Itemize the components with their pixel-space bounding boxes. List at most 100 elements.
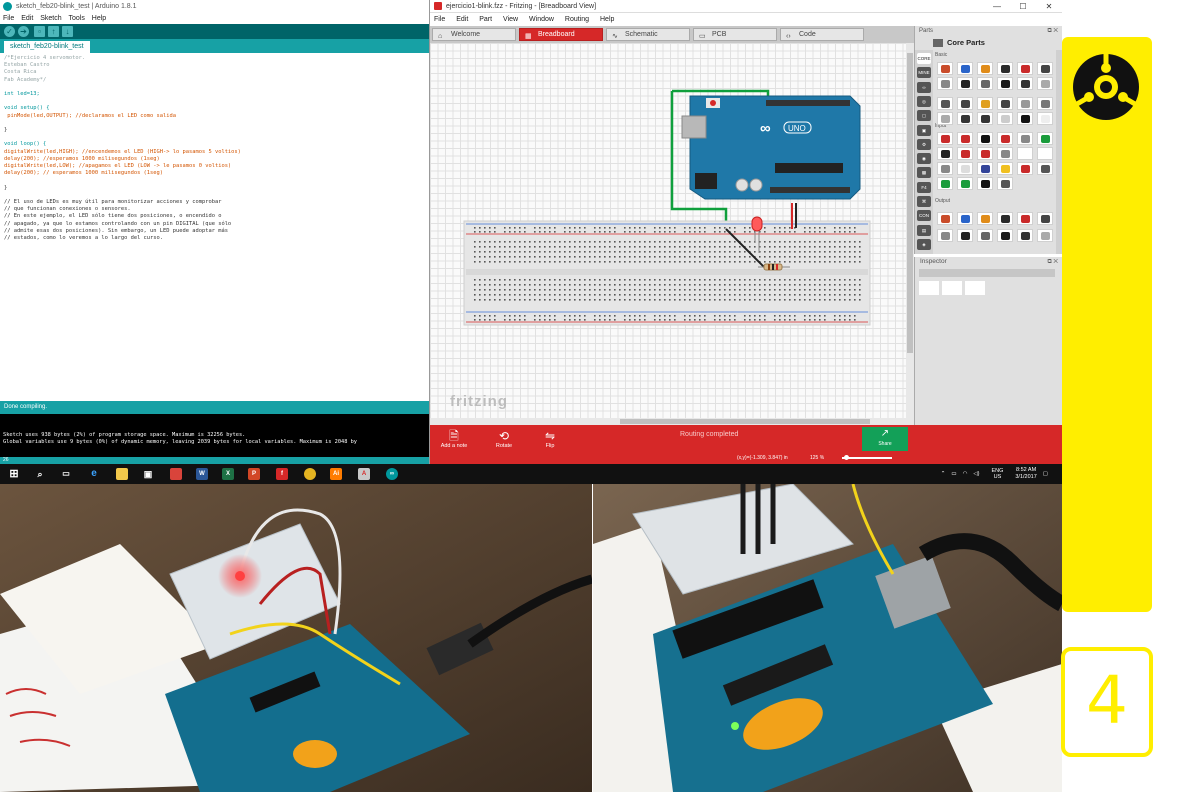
parts-bin-tab[interactable]: ◈ bbox=[917, 238, 931, 250]
part-item[interactable] bbox=[1037, 62, 1053, 75]
part-item[interactable] bbox=[977, 62, 993, 75]
part-item[interactable] bbox=[957, 112, 973, 125]
volume-icon[interactable]: ◁) bbox=[973, 471, 979, 477]
part-item[interactable] bbox=[1017, 229, 1033, 242]
zoom-slider[interactable] bbox=[842, 457, 892, 459]
acrobat-icon[interactable]: A bbox=[358, 468, 370, 480]
battery-icon[interactable]: ▭ bbox=[951, 471, 956, 477]
add-note-button[interactable]: 🗎 Add a note bbox=[434, 429, 474, 449]
part-item[interactable] bbox=[977, 229, 993, 242]
notification-icon[interactable]: ▢ bbox=[1043, 471, 1048, 477]
part-item[interactable] bbox=[937, 112, 953, 125]
parts-bin-tab[interactable]: ◎ bbox=[917, 95, 931, 107]
verify-icon[interactable]: ✓ bbox=[4, 26, 15, 37]
part-item[interactable] bbox=[937, 132, 953, 145]
arduino-taskbar-icon[interactable]: ∞ bbox=[386, 468, 398, 480]
part-item[interactable] bbox=[977, 147, 993, 160]
part-item[interactable] bbox=[957, 212, 973, 225]
fritzing-menu-help[interactable]: Help bbox=[600, 16, 614, 23]
store-icon[interactable]: ▣ bbox=[142, 468, 154, 480]
fritzing-taskbar-icon[interactable]: f bbox=[276, 468, 288, 480]
gift-app-icon[interactable] bbox=[170, 468, 182, 480]
flip-button[interactable]: ⇋ Flip bbox=[530, 429, 570, 449]
part-item[interactable] bbox=[1037, 112, 1053, 125]
part-item[interactable] bbox=[1017, 162, 1033, 175]
parts-bin-tab[interactable]: ▩ bbox=[917, 167, 931, 179]
part-item[interactable] bbox=[997, 112, 1013, 125]
arduino-menu-help[interactable]: Help bbox=[92, 15, 106, 22]
tab-welcome[interactable]: ⌂ Welcome bbox=[432, 28, 516, 41]
parts-bin-tab[interactable]: MINE bbox=[917, 67, 931, 79]
part-item[interactable] bbox=[977, 177, 993, 190]
windows-start-icon[interactable]: ⊞ bbox=[8, 468, 20, 480]
fritzing-menu-file[interactable]: File bbox=[434, 16, 445, 23]
part-item[interactable] bbox=[1037, 212, 1053, 225]
fritzing-menu-edit[interactable]: Edit bbox=[456, 16, 468, 23]
part-item[interactable] bbox=[1017, 112, 1033, 125]
tab-sketch[interactable]: sketch_feb20-blink_test bbox=[4, 41, 90, 53]
part-item[interactable] bbox=[1037, 77, 1053, 90]
maximize-icon[interactable]: ☐ bbox=[1010, 0, 1036, 13]
tray-chevron-icon[interactable]: ⌃ bbox=[941, 471, 946, 477]
part-item[interactable] bbox=[957, 177, 973, 190]
part-item[interactable] bbox=[1017, 132, 1033, 145]
part-item[interactable] bbox=[1017, 97, 1033, 110]
fritzing-menu-window[interactable]: Window bbox=[529, 16, 554, 23]
wifi-icon[interactable]: ◠ bbox=[963, 471, 968, 477]
breadboard-canvas[interactable]: ∞ UNO fritzing bbox=[430, 43, 914, 425]
part-item[interactable] bbox=[1037, 97, 1053, 110]
part-item[interactable] bbox=[1037, 132, 1053, 145]
fritzing-menu-part[interactable]: Part bbox=[479, 16, 492, 23]
parts-bin-tab[interactable]: ∞ bbox=[917, 81, 931, 93]
task-view-icon[interactable]: ▭ bbox=[60, 468, 72, 480]
breadboard[interactable] bbox=[463, 220, 871, 326]
part-item[interactable] bbox=[977, 77, 993, 90]
edge-icon[interactable]: e bbox=[88, 468, 100, 480]
fritzing-menu-routing[interactable]: Routing bbox=[565, 16, 589, 23]
tab-breadboard[interactable]: ▦ Breadboard bbox=[519, 28, 603, 41]
part-item[interactable] bbox=[1017, 77, 1033, 90]
tab-schematic[interactable]: ∿ Schematic bbox=[606, 28, 690, 41]
save-sketch-icon[interactable]: ↓ bbox=[62, 26, 73, 37]
canvas-vertical-scrollbar[interactable] bbox=[906, 43, 914, 425]
upload-icon[interactable]: ➔ bbox=[18, 26, 29, 37]
search-icon[interactable]: ⌕ bbox=[34, 468, 46, 480]
tab-pcb[interactable]: ▭ PCB bbox=[693, 28, 777, 41]
canvas-horizontal-scrollbar[interactable] bbox=[430, 418, 906, 425]
inspector-close-icon[interactable]: ⧉ ✕ bbox=[1047, 257, 1058, 267]
fritzing-menu-view[interactable]: View bbox=[503, 16, 518, 23]
part-item[interactable] bbox=[957, 97, 973, 110]
part-item[interactable] bbox=[937, 177, 953, 190]
part-item[interactable] bbox=[977, 162, 993, 175]
minimize-icon[interactable]: — bbox=[984, 0, 1010, 13]
part-item[interactable] bbox=[937, 62, 953, 75]
arduino-menu-edit[interactable]: Edit bbox=[21, 15, 33, 22]
parts-bin-tab[interactable]: ⌘ bbox=[917, 196, 931, 207]
part-item[interactable] bbox=[937, 97, 953, 110]
open-sketch-icon[interactable]: ↑ bbox=[48, 26, 59, 37]
parts-bin-tab[interactable]: ◉ bbox=[917, 153, 931, 165]
part-item[interactable] bbox=[937, 229, 953, 242]
arduino-uno-board[interactable]: ∞ UNO bbox=[681, 95, 861, 200]
part-item[interactable] bbox=[937, 77, 953, 90]
parts-bin-tab[interactable]: CORE bbox=[917, 53, 931, 64]
parts-bin-tab[interactable]: ⚙ bbox=[917, 138, 931, 150]
parts-bin-tab[interactable]: F4 bbox=[917, 181, 931, 193]
parts-bin-tab[interactable]: ▤ bbox=[917, 224, 931, 236]
part-item[interactable] bbox=[1017, 147, 1033, 160]
powerpoint-icon[interactable]: P bbox=[248, 468, 260, 480]
part-item[interactable] bbox=[997, 177, 1013, 190]
part-item[interactable] bbox=[977, 97, 993, 110]
part-item[interactable] bbox=[1037, 162, 1053, 175]
part-item[interactable] bbox=[997, 132, 1013, 145]
part-item[interactable] bbox=[957, 132, 973, 145]
tab-code[interactable]: ‹› Code bbox=[780, 28, 864, 41]
part-item[interactable] bbox=[937, 162, 953, 175]
language-indicator[interactable]: ENG US bbox=[985, 468, 1003, 480]
arduino-menu-sketch[interactable]: Sketch bbox=[40, 15, 61, 22]
part-item[interactable] bbox=[977, 132, 993, 145]
clock[interactable]: 8:52 AM 3/1/2017 bbox=[1009, 467, 1036, 481]
panel-close-icon[interactable]: ⧉ ✕ bbox=[1047, 26, 1058, 37]
part-item[interactable] bbox=[997, 212, 1013, 225]
part-item[interactable] bbox=[957, 77, 973, 90]
